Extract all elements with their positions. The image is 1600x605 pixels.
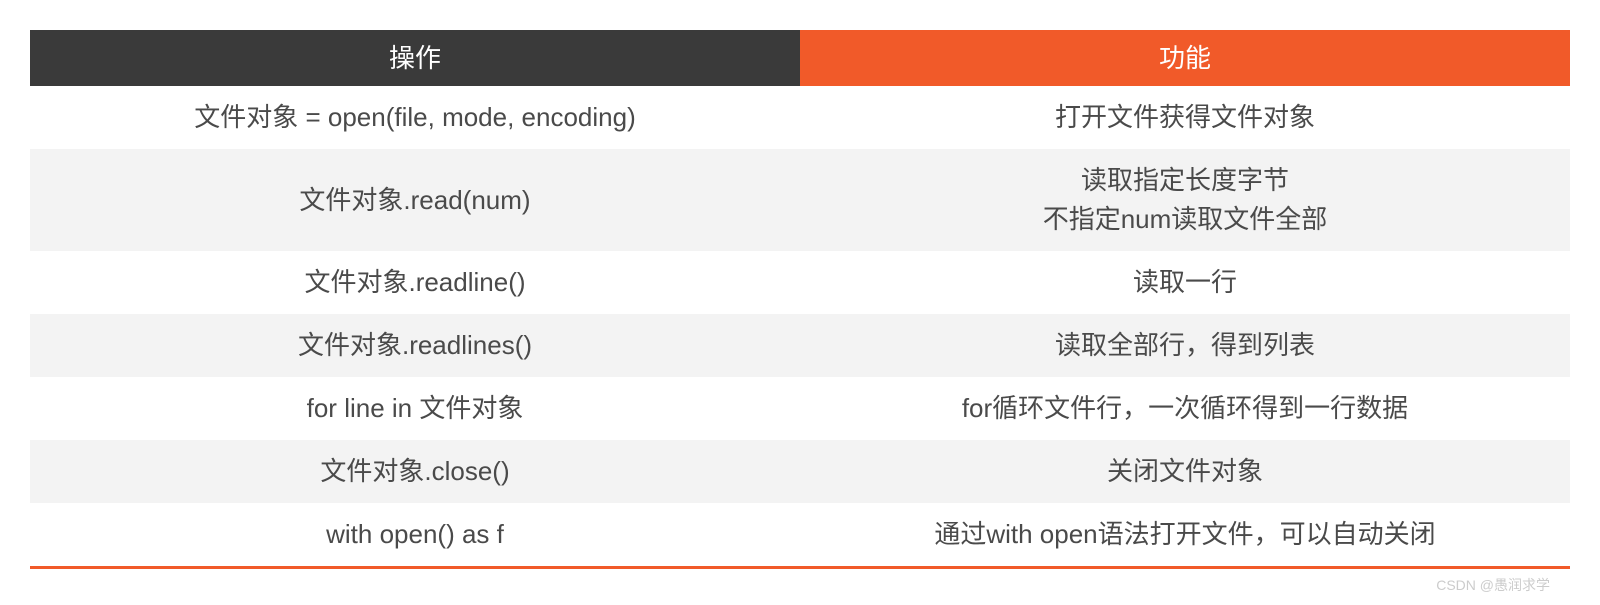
header-function: 功能: [800, 30, 1570, 86]
header-operation: 操作: [30, 30, 800, 86]
cell-function: 关闭文件对象: [800, 440, 1570, 503]
cell-operation: 文件对象 = open(file, mode, encoding): [30, 86, 800, 149]
cell-operation: 文件对象.readline(): [30, 251, 800, 314]
cell-function: 通过with open语法打开文件，可以自动关闭: [800, 503, 1570, 568]
table-row: 文件对象.readlines() 读取全部行，得到列表: [30, 314, 1570, 377]
table-row: 文件对象 = open(file, mode, encoding) 打开文件获得…: [30, 86, 1570, 149]
cell-operation: for line in 文件对象: [30, 377, 800, 440]
table-row: for line in 文件对象 for循环文件行，一次循环得到一行数据: [30, 377, 1570, 440]
cell-operation: 文件对象.readlines(): [30, 314, 800, 377]
cell-function: 读取全部行，得到列表: [800, 314, 1570, 377]
file-operations-table: 操作 功能 文件对象 = open(file, mode, encoding) …: [30, 30, 1570, 569]
table-row: 文件对象.read(num) 读取指定长度字节不指定num读取文件全部: [30, 149, 1570, 251]
cell-function: 读取一行: [800, 251, 1570, 314]
cell-function: for循环文件行，一次循环得到一行数据: [800, 377, 1570, 440]
table-row: 文件对象.readline() 读取一行: [30, 251, 1570, 314]
watermark-text: CSDN @愚润求学: [30, 569, 1570, 595]
table-header-row: 操作 功能: [30, 30, 1570, 86]
table-row: with open() as f 通过with open语法打开文件，可以自动关…: [30, 503, 1570, 568]
cell-operation: 文件对象.read(num): [30, 149, 800, 251]
cell-operation: 文件对象.close(): [30, 440, 800, 503]
table-row: 文件对象.close() 关闭文件对象: [30, 440, 1570, 503]
cell-function: 打开文件获得文件对象: [800, 86, 1570, 149]
cell-function: 读取指定长度字节不指定num读取文件全部: [800, 149, 1570, 251]
cell-operation: with open() as f: [30, 503, 800, 568]
